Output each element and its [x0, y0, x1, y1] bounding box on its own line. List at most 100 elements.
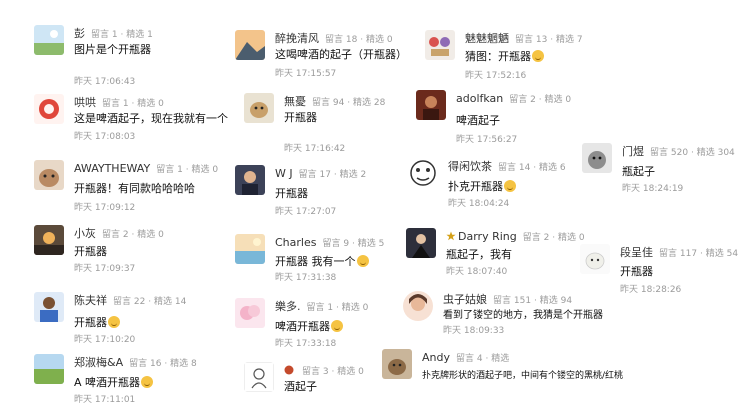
timestamp: 昨天 17:52:16 — [465, 71, 527, 81]
nickname[interactable]: 陈夫祥 — [74, 294, 107, 307]
nickname[interactable]: 樂多. — [275, 300, 301, 313]
nickname[interactable]: 小灰 — [74, 227, 96, 240]
avatar[interactable] — [34, 225, 64, 255]
comment-text: 这喝啤酒的起子（开瓶器） — [275, 48, 407, 61]
avatar[interactable] — [408, 158, 438, 188]
message-stat: 留言 4 · 精选 — [456, 354, 510, 364]
comment-text: 扑克牌形状的酒起子吧，中间有个镂空的黑桃/红桃 — [422, 371, 624, 381]
avatar[interactable] — [425, 30, 455, 60]
avatar[interactable] — [34, 94, 64, 124]
message-stat: 留言 22 · 精选 14 — [113, 297, 187, 307]
comment-text: 开瓶器 — [284, 111, 317, 124]
timestamp: 昨天 17:10:20 — [74, 335, 136, 345]
smile-emoji-icon — [108, 316, 120, 328]
message-stat: 留言 17 · 精选 2 — [298, 170, 367, 180]
nickname[interactable]: 门煜 — [622, 145, 644, 158]
avatar[interactable] — [416, 90, 446, 120]
nickname[interactable]: 哄哄 — [74, 96, 96, 109]
timestamp: 昨天 17:09:12 — [74, 203, 136, 213]
timestamp: 昨天 17:27:07 — [275, 207, 337, 217]
comment-text: 图片是个开瓶器 — [74, 43, 151, 56]
nickname[interactable]: 無憂 — [284, 95, 306, 108]
avatar[interactable] — [34, 160, 64, 190]
star-icon — [446, 229, 456, 241]
avatar[interactable] — [382, 349, 412, 379]
avatar[interactable] — [235, 298, 265, 328]
nickname[interactable]: AWAYTHEWAY — [74, 162, 150, 175]
nickname[interactable]: 郑淑梅&A — [74, 356, 123, 369]
timestamp: 昨天 17:11:01 — [74, 395, 136, 405]
comment-text: 看到了镂空的地方，我猜是个开瓶器 — [443, 310, 603, 321]
comment-text: 开瓶器 我有一个 — [275, 255, 369, 269]
red-badge-icon — [284, 363, 294, 375]
nickname[interactable]: 魅魅魍魉 — [465, 32, 509, 45]
nickname[interactable]: 段呈佳 — [620, 246, 653, 259]
smile-emoji-icon — [356, 255, 369, 267]
comment-text: 开瓶器 — [74, 245, 107, 258]
message-stat: 留言 2 · 精选 0 — [522, 233, 585, 243]
timestamp: 昨天 18:28:26 — [620, 285, 682, 295]
comment-text: 猜图：开瓶器 — [465, 50, 544, 64]
nickname[interactable]: Darry Ring — [458, 230, 517, 243]
message-stat: 留言 1 · 精选 0 — [102, 99, 164, 109]
timestamp: 昨天 17:31:38 — [275, 273, 337, 283]
message-stat: 留言 14 · 精选 6 — [498, 163, 566, 173]
comment-text: 酒起子 — [284, 380, 317, 393]
comment-text: 扑克开瓶器 — [448, 180, 516, 194]
message-stat: 留言 1 · 精选 0 — [306, 303, 369, 313]
timestamp: 昨天 17:33:18 — [275, 339, 337, 349]
message-stat: 留言 151 · 精选 94 — [493, 296, 573, 306]
timestamp: 昨天 18:09:33 — [443, 326, 505, 336]
message-stat: 留言 94 · 精选 28 — [312, 98, 386, 108]
comment-text: 瓶起子，我有 — [446, 248, 512, 261]
avatar[interactable] — [244, 362, 274, 392]
avatar[interactable] — [580, 244, 610, 274]
message-stat: 留言 2 · 精选 0 — [509, 95, 572, 105]
nickname[interactable]: 虫子姑娘 — [443, 293, 487, 306]
message-stat: 留言 1 · 精选 0 — [156, 165, 219, 175]
message-stat: 留言 13 · 精选 7 — [515, 35, 583, 45]
nickname[interactable]: 得闲饮茶 — [448, 160, 492, 173]
timestamp: 昨天 17:15:57 — [275, 69, 337, 79]
avatar[interactable] — [235, 234, 265, 264]
message-stat: 留言 9 · 精选 5 — [322, 239, 385, 249]
nickname[interactable]: 醉挽清风 — [275, 32, 319, 45]
timestamp: 昨天 17:09:37 — [74, 264, 136, 274]
nickname[interactable]: adolfkan — [456, 92, 503, 105]
avatar[interactable] — [34, 292, 64, 322]
comment-text: 这是啤酒起子，现在我就有一个 — [74, 112, 228, 125]
comment-text: 开瓶器 — [74, 316, 120, 330]
comment-text: 开瓶器 — [275, 187, 308, 200]
nickname[interactable]: Andy — [422, 351, 450, 364]
smile-emoji-icon — [141, 376, 154, 388]
message-stat: 留言 520 · 精选 304 — [650, 148, 735, 158]
comment-text: 瓶起子 — [622, 165, 655, 178]
message-stat: 留言 1 · 精选 1 — [91, 30, 153, 40]
nickname[interactable]: Charles — [275, 236, 316, 249]
timestamp: 昨天 18:24:19 — [622, 184, 684, 194]
avatar[interactable] — [244, 93, 274, 123]
avatar[interactable] — [34, 354, 64, 384]
avatar[interactable] — [34, 25, 64, 55]
comment-text: A 啤酒开瓶器 — [74, 376, 154, 390]
avatar[interactable] — [235, 30, 265, 60]
avatar[interactable] — [582, 143, 612, 173]
message-stat: 留言 16 · 精选 8 — [129, 359, 197, 369]
avatar[interactable] — [406, 228, 436, 258]
avatar[interactable] — [235, 165, 265, 195]
timestamp: 昨天 17:16:42 — [284, 144, 346, 154]
avatar[interactable] — [403, 291, 433, 321]
nickname[interactable]: 彭 — [74, 27, 85, 40]
comment-text: 啤酒开瓶器 — [275, 320, 343, 334]
message-stat: 留言 117 · 精选 54 — [659, 249, 739, 259]
nickname[interactable]: W J — [275, 167, 293, 180]
comment-text: 开瓶器！有同款哈哈哈哈 — [74, 182, 195, 195]
message-stat: 留言 18 · 精选 0 — [325, 35, 393, 45]
timestamp: 昨天 17:56:27 — [456, 135, 518, 145]
message-stat: 留言 2 · 精选 0 — [102, 230, 164, 240]
message-stat: 留言 3 · 精选 0 — [302, 367, 364, 377]
smile-emoji-icon — [331, 320, 343, 332]
timestamp: 昨天 17:06:43 — [74, 77, 136, 87]
smile-emoji-icon — [532, 50, 544, 62]
smile-emoji-icon — [504, 180, 516, 192]
